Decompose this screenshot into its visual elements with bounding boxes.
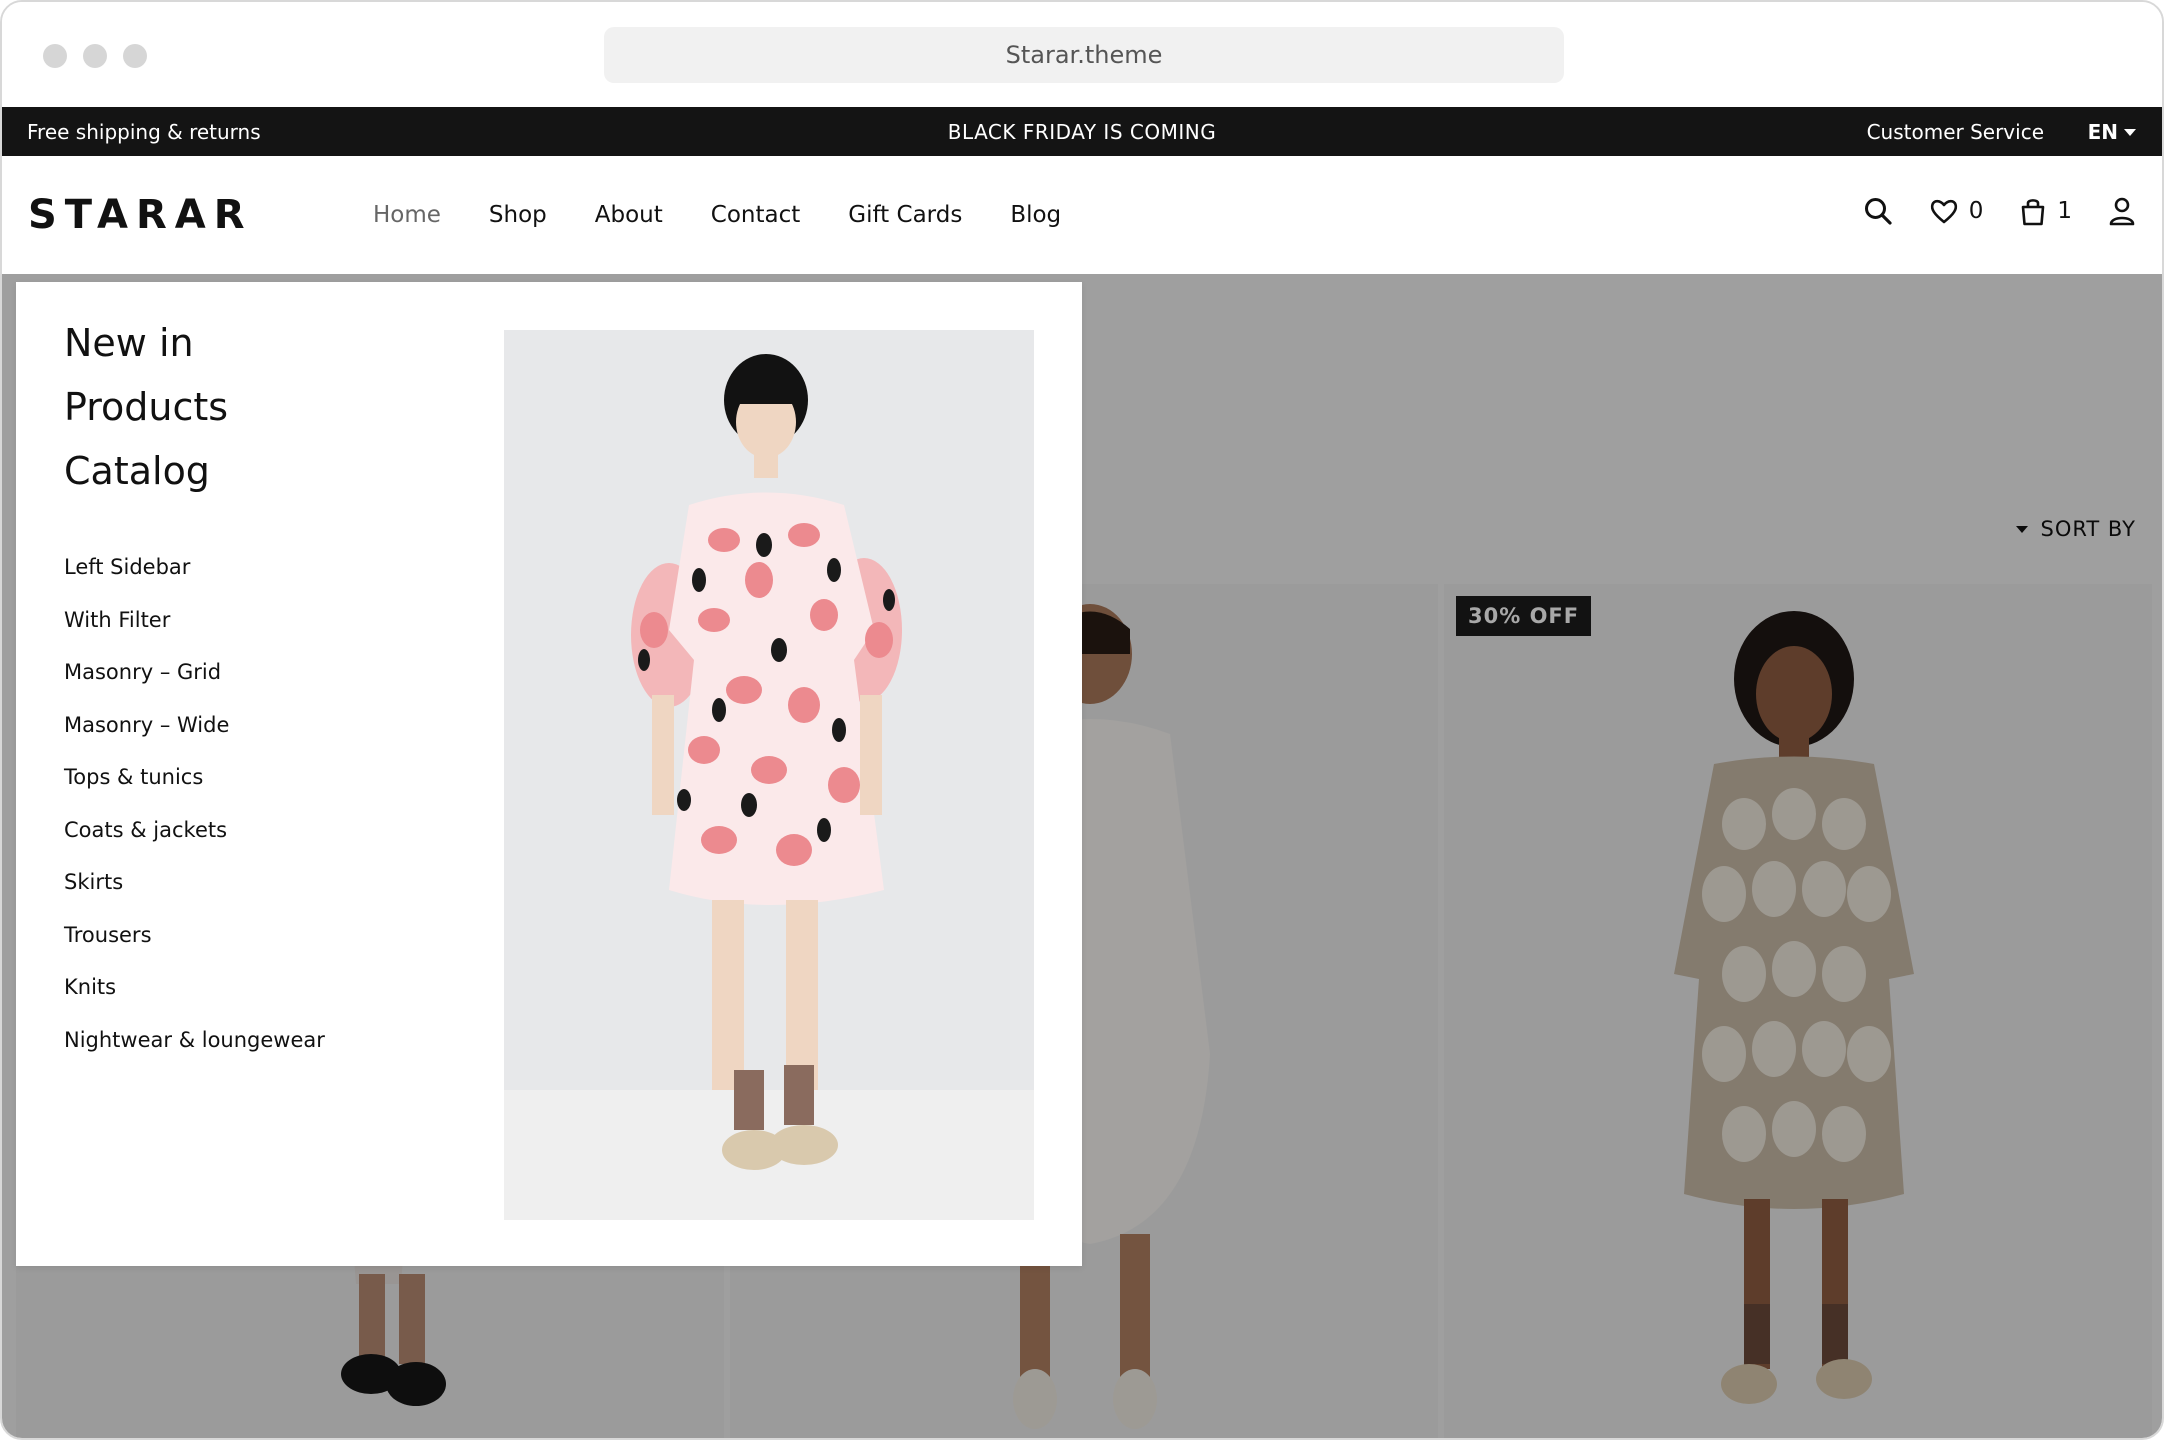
menu-link-with-filter[interactable]: With Filter — [64, 605, 325, 658]
announcement-bar: Free shipping & returns BLACK FRIDAY IS … — [2, 107, 2162, 156]
mega-menu-item-catalog[interactable]: Catalog — [64, 448, 228, 494]
chevron-down-icon — [2124, 128, 2136, 136]
menu-link-skirts[interactable]: Skirts — [64, 867, 325, 920]
language-selector[interactable]: EN — [2088, 120, 2136, 144]
wishlist-count: 0 — [1968, 198, 1984, 224]
shop-mega-menu: New in Products Catalog Left Sidebar Wit… — [16, 282, 1082, 1266]
window-close-dot[interactable] — [43, 44, 67, 68]
menu-link-masonry-wide[interactable]: Masonry – Wide — [64, 710, 325, 763]
nav-item-home[interactable]: Home — [373, 202, 441, 228]
model-photo — [504, 330, 1034, 1220]
wishlist-button[interactable]: 0 — [1929, 197, 1984, 225]
cart-button[interactable]: 1 — [2019, 196, 2072, 226]
nav-item-shop[interactable]: Shop — [489, 202, 547, 228]
menu-link-nightwear-loungewear[interactable]: Nightwear & loungewear — [64, 1025, 325, 1078]
cart-count: 1 — [2057, 198, 2072, 224]
mega-menu-item-products[interactable]: Products — [64, 384, 228, 430]
menu-link-coats-jackets[interactable]: Coats & jackets — [64, 815, 325, 868]
header-icons: 0 1 — [1827, 196, 2136, 226]
nav-item-gift-cards[interactable]: Gift Cards — [848, 202, 962, 228]
heart-icon — [1930, 199, 1957, 224]
search-icon — [1864, 198, 1892, 225]
nav-item-contact[interactable]: Contact — [711, 202, 800, 228]
window-maximize-dot[interactable] — [123, 44, 147, 68]
shopping-bag-icon — [2022, 199, 2045, 226]
site-logo[interactable]: STARAR — [28, 192, 253, 238]
main-nav: Home Shop About Contact Gift Cards Blog — [373, 202, 1109, 228]
browser-chrome: Starar.theme — [2, 2, 2162, 107]
account-button[interactable] — [2108, 196, 2136, 226]
nav-item-blog[interactable]: Blog — [1010, 202, 1061, 228]
language-code: EN — [2087, 120, 2118, 144]
mega-menu-primary: New in Products Catalog — [64, 320, 228, 512]
user-icon — [2109, 197, 2135, 226]
address-bar-url: Starar.theme — [1005, 41, 1163, 69]
menu-link-left-sidebar[interactable]: Left Sidebar — [64, 552, 325, 605]
menu-link-knits[interactable]: Knits — [64, 972, 325, 1025]
mega-menu-item-new-in[interactable]: New in — [64, 320, 228, 366]
menu-link-trousers[interactable]: Trousers — [64, 920, 325, 973]
browser-window: Starar.theme Free shipping & returns BLA… — [0, 0, 2164, 1440]
menu-link-tops-tunics[interactable]: Tops & tunics — [64, 762, 325, 815]
menu-link-masonry-grid[interactable]: Masonry – Grid — [64, 657, 325, 710]
customer-service-link[interactable]: Customer Service — [1867, 120, 2044, 144]
mega-menu-promo-image[interactable] — [504, 330, 1034, 1220]
address-bar[interactable]: Starar.theme — [604, 27, 1564, 83]
window-minimize-dot[interactable] — [83, 44, 107, 68]
promo-banner-text[interactable]: BLACK FRIDAY IS COMING — [2, 120, 2162, 144]
nav-item-about[interactable]: About — [595, 202, 663, 228]
search-button[interactable] — [1863, 196, 1893, 226]
mega-menu-links: Left Sidebar With Filter Masonry – Grid … — [64, 552, 325, 1077]
site-header: STARAR Home Shop About Contact Gift Card… — [2, 156, 2162, 274]
